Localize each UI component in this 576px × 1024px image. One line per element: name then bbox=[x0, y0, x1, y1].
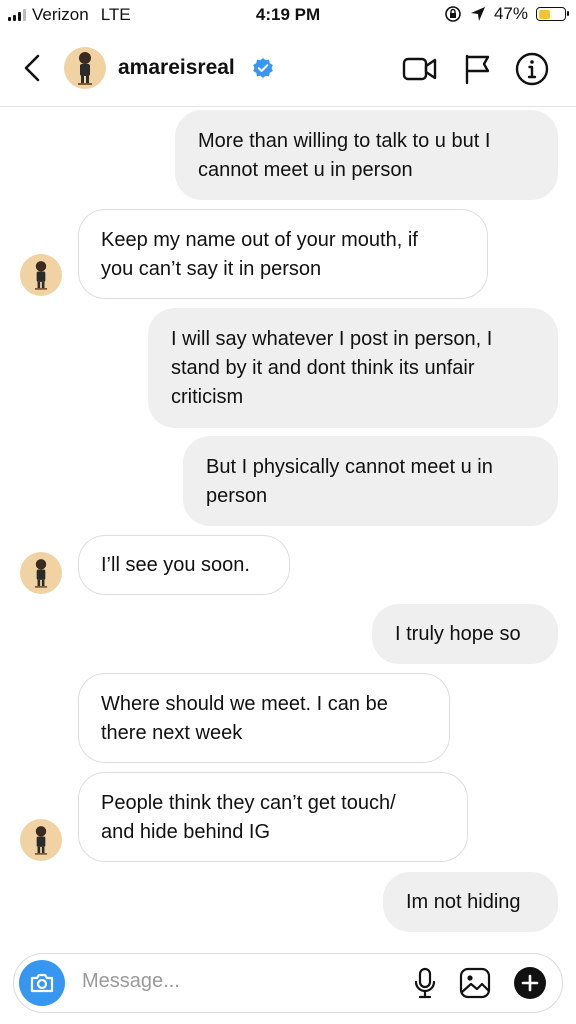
chat-header: amareisreal bbox=[0, 30, 576, 107]
back-chevron-icon[interactable] bbox=[18, 50, 48, 86]
gallery-icon[interactable] bbox=[458, 966, 492, 1000]
message-received[interactable]: Where should we meet. I can be there nex… bbox=[78, 673, 450, 763]
location-icon bbox=[470, 7, 485, 21]
orientation-lock-icon bbox=[445, 6, 461, 22]
message-sent[interactable]: More than willing to talk to u but I can… bbox=[175, 110, 558, 200]
battery-icon bbox=[536, 7, 569, 21]
message-sent[interactable]: I truly hope so bbox=[372, 604, 558, 664]
message-sent[interactable]: But I physically cannot meet u in person bbox=[183, 436, 558, 526]
microphone-icon[interactable] bbox=[408, 966, 442, 1000]
sender-avatar[interactable] bbox=[20, 254, 62, 296]
battery-percent: 47% bbox=[493, 4, 528, 23]
sender-avatar[interactable] bbox=[20, 552, 62, 594]
video-call-icon[interactable] bbox=[402, 52, 438, 86]
message-sent[interactable]: Im not hiding bbox=[383, 872, 558, 932]
message-input[interactable]: Message... bbox=[82, 970, 180, 993]
message-composer[interactable]: Message... bbox=[13, 953, 563, 1013]
avatar-figure-icon bbox=[34, 826, 48, 855]
avatar-figure-icon bbox=[78, 52, 92, 85]
flag-icon[interactable] bbox=[460, 52, 496, 86]
message-received[interactable]: Keep my name out of your mouth, if you c… bbox=[78, 209, 488, 299]
verified-badge-icon bbox=[253, 58, 273, 78]
avatar-figure-icon bbox=[34, 559, 48, 588]
status-right: 47% bbox=[444, 4, 569, 24]
sender-avatar[interactable] bbox=[20, 819, 62, 861]
avatar-figure-icon bbox=[34, 261, 48, 290]
message-received[interactable]: People think they can’t get touch/ and h… bbox=[78, 772, 468, 862]
info-icon[interactable] bbox=[514, 52, 550, 86]
message-sent[interactable]: I will say whatever I post in person, I … bbox=[148, 308, 558, 428]
avatar[interactable] bbox=[64, 47, 106, 89]
camera-button[interactable] bbox=[19, 960, 65, 1006]
message-received[interactable]: I’ll see you soon. bbox=[78, 535, 290, 595]
status-bar: Verizon LTE 4:19 PM 47% bbox=[0, 0, 576, 30]
plus-icon[interactable] bbox=[513, 966, 547, 1000]
camera-icon bbox=[30, 973, 54, 993]
username[interactable]: amareisreal bbox=[118, 56, 235, 80]
